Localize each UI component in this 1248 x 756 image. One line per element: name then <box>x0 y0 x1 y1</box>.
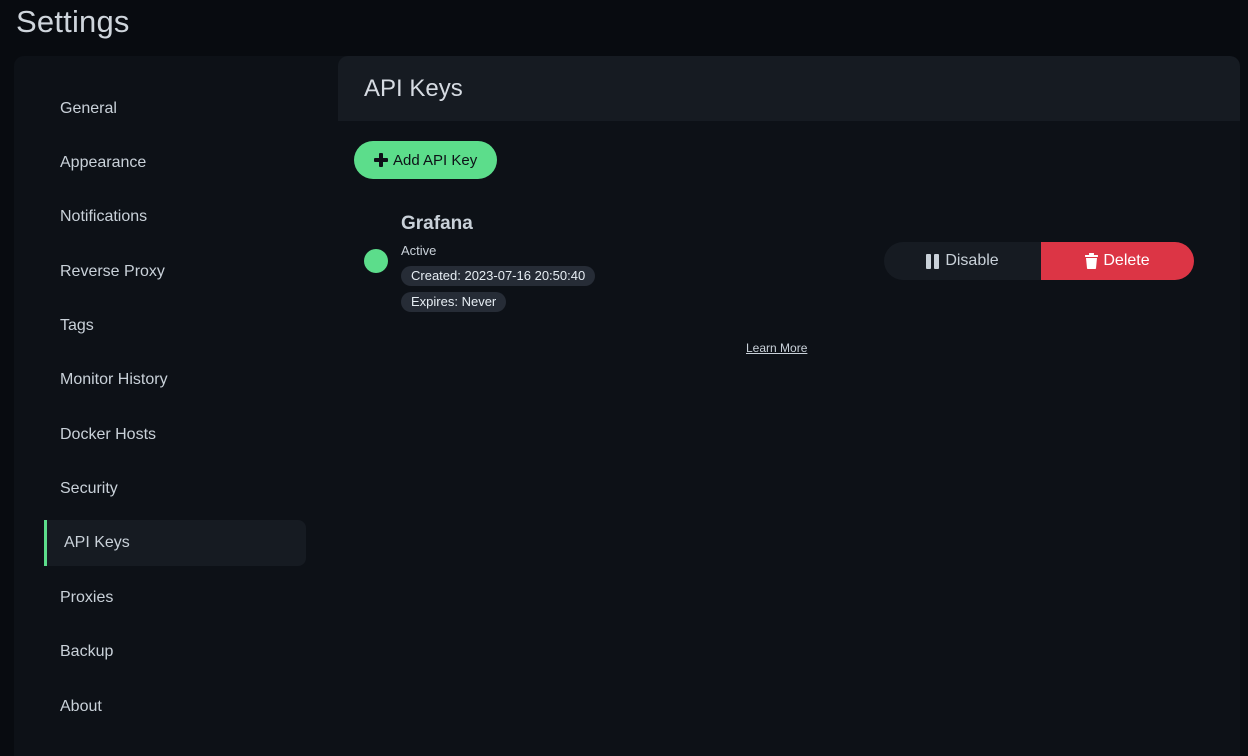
sidebar-item-api-keys[interactable]: API Keys <box>44 520 306 566</box>
sidebar-item-tags[interactable]: Tags <box>44 303 306 349</box>
add-api-key-button[interactable]: Add API Key <box>354 141 498 179</box>
settings-sidebar: General Appearance Notifications Reverse… <box>14 56 338 756</box>
add-api-key-label: Add API Key <box>393 151 478 169</box>
sidebar-item-general[interactable]: General <box>44 86 306 132</box>
plus-icon <box>374 153 388 167</box>
sidebar-item-reverse-proxy[interactable]: Reverse Proxy <box>44 249 306 295</box>
sidebar-item-label: Reverse Proxy <box>60 263 165 280</box>
sidebar-item-label: About <box>60 698 102 715</box>
sidebar-item-label: Tags <box>60 317 94 334</box>
api-key-item: Grafana Active Created: 2023-07-16 20:50… <box>362 208 1202 318</box>
delete-button[interactable]: Delete <box>1041 242 1194 280</box>
api-key-name: Grafana <box>401 213 473 234</box>
pause-icon <box>926 253 940 269</box>
content-title: API Keys <box>364 75 463 102</box>
disable-label: Disable <box>945 252 999 269</box>
expires-badge: Expires: Never <box>401 292 507 312</box>
page-title: Settings <box>16 4 130 39</box>
sidebar-item-label: Docker Hosts <box>60 426 157 443</box>
sidebar-item-proxies[interactable]: Proxies <box>44 575 306 621</box>
sidebar-item-label: Proxies <box>60 589 114 606</box>
settings-panel: General Appearance Notifications Reverse… <box>14 56 1240 756</box>
api-keys-content: API Keys Add API Key Grafana Active Crea… <box>338 56 1240 756</box>
sidebar-item-backup[interactable]: Backup <box>44 629 306 675</box>
api-key-status: Active <box>401 243 437 258</box>
sidebar-item-label: Security <box>60 480 118 497</box>
learn-more-link[interactable]: Learn More <box>746 341 807 355</box>
sidebar-item-label: Backup <box>60 643 114 660</box>
content-header: API Keys <box>338 56 1240 121</box>
sidebar-item-label: Monitor History <box>60 371 168 388</box>
sidebar-item-docker-hosts[interactable]: Docker Hosts <box>44 412 306 458</box>
sidebar-item-label: Appearance <box>60 154 147 171</box>
disable-button[interactable]: Disable <box>884 242 1041 280</box>
trash-icon <box>1085 253 1099 269</box>
delete-label: Delete <box>1103 252 1150 269</box>
status-dot-icon <box>364 249 388 273</box>
sidebar-item-notifications[interactable]: Notifications <box>44 194 306 240</box>
created-badge: Created: 2023-07-16 20:50:40 <box>401 266 596 286</box>
sidebar-item-label: General <box>60 100 117 117</box>
sidebar-item-security[interactable]: Security <box>44 466 306 512</box>
api-key-actions: Disable Delete <box>884 242 1194 280</box>
sidebar-item-monitor-history[interactable]: Monitor History <box>44 357 306 403</box>
sidebar-item-label: API Keys <box>64 534 130 551</box>
sidebar-item-about[interactable]: About <box>44 684 306 730</box>
sidebar-item-appearance[interactable]: Appearance <box>44 140 306 186</box>
sidebar-item-label: Notifications <box>60 208 148 225</box>
